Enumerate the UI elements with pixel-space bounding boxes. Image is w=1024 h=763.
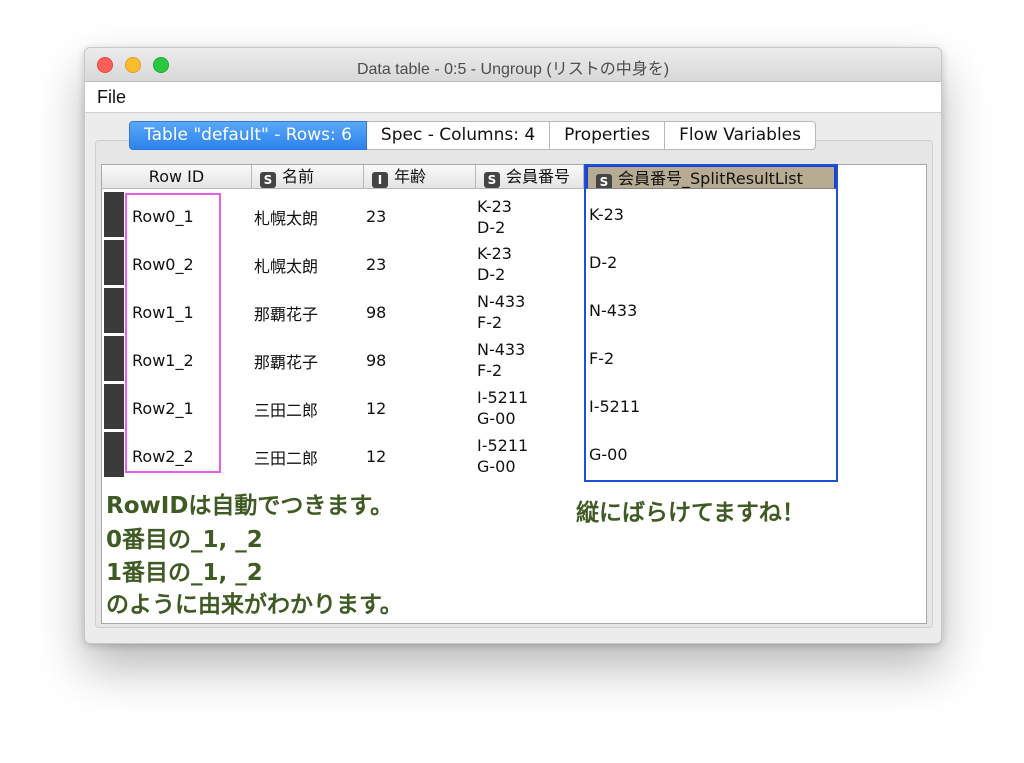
split-column-highlight-box xyxy=(584,164,838,482)
annotation-line: 0番目の_1, _2 xyxy=(106,527,263,553)
member-id-line: F-2 xyxy=(477,361,503,380)
tab-spec[interactable]: Spec - Columns: 4 xyxy=(366,121,551,150)
name-cell: 札幌太朗 xyxy=(254,209,319,228)
header-label: Row ID xyxy=(148,167,205,186)
member-id-line: K-23 xyxy=(477,244,512,263)
age-cell: 23 xyxy=(366,255,387,274)
header-label: 名前 xyxy=(282,167,315,186)
tab-properties[interactable]: Properties xyxy=(550,121,666,150)
row-selector[interactable] xyxy=(104,384,124,429)
age-cell: 12 xyxy=(366,447,387,466)
member-id-cell: K-23 D-2 xyxy=(477,196,512,238)
member-id-line: N-433 xyxy=(477,340,526,359)
member-id-cell: I-5211 G-00 xyxy=(477,387,528,429)
name-cell: 札幌太朗 xyxy=(254,257,319,276)
annotation-right: 縦にばらけてますね！ xyxy=(576,500,805,526)
row-selector[interactable] xyxy=(104,288,124,333)
member-id-line: G-00 xyxy=(477,457,516,476)
column-header-name[interactable]: S 名前 xyxy=(252,165,364,189)
age-cell: 98 xyxy=(366,351,387,370)
row-selector[interactable] xyxy=(104,192,124,237)
row-selector[interactable] xyxy=(104,432,124,477)
string-type-icon: S xyxy=(260,172,276,188)
column-header-row-id[interactable]: Row ID xyxy=(102,165,252,189)
column-header-age[interactable]: I 年齢 xyxy=(364,165,476,189)
tab-bar: Table "default" - Rows: 6 Spec - Columns… xyxy=(129,121,816,150)
column-header-member-id[interactable]: S 会員番号 xyxy=(476,165,584,189)
member-id-cell: I-5211 G-00 xyxy=(477,435,528,477)
annotation-line: のように由来がわかります。 xyxy=(106,592,403,618)
member-id-line: N-433 xyxy=(477,292,526,311)
row-selector[interactable] xyxy=(104,240,124,285)
title-bar[interactable]: Data table - 0:5 - Ungroup (リストの中身を) xyxy=(85,48,941,82)
member-id-line: F-2 xyxy=(477,313,503,332)
age-cell: 23 xyxy=(366,207,387,226)
member-id-cell: K-23 D-2 xyxy=(477,243,512,285)
age-cell: 98 xyxy=(366,303,387,322)
member-id-cell: N-433 F-2 xyxy=(477,291,525,333)
tab-flow-variables[interactable]: Flow Variables xyxy=(665,121,816,150)
row-selector[interactable] xyxy=(104,336,124,381)
annotation-line: RowIDは自動でつきます。 xyxy=(106,493,394,519)
header-label: 年齢 xyxy=(394,167,427,186)
member-id-line: D-2 xyxy=(477,218,506,237)
name-cell: 三田二郎 xyxy=(254,449,319,468)
tab-table-default[interactable]: Table "default" - Rows: 6 xyxy=(129,121,367,150)
member-id-line: G-00 xyxy=(477,409,516,428)
member-id-line: K-23 xyxy=(477,197,512,216)
string-type-icon: S xyxy=(484,172,500,188)
name-cell: 那覇花子 xyxy=(254,353,319,372)
name-cell: 三田二郎 xyxy=(254,401,319,420)
header-label: 会員番号 xyxy=(506,167,571,186)
row-id-highlight-box xyxy=(125,193,221,473)
age-cell: 12 xyxy=(366,399,387,418)
annotation-line: 1番目の_1, _2 xyxy=(106,560,263,586)
name-cell: 那覇花子 xyxy=(254,305,319,324)
member-id-line: I-5211 xyxy=(477,388,529,407)
member-id-cell: N-433 F-2 xyxy=(477,339,525,381)
member-id-line: I-5211 xyxy=(477,436,529,455)
integer-type-icon: I xyxy=(372,172,388,188)
menu-file[interactable]: File xyxy=(97,87,126,108)
window-title: Data table - 0:5 - Ungroup (リストの中身を) xyxy=(356,61,670,78)
menu-bar: File xyxy=(85,82,941,113)
member-id-line: D-2 xyxy=(477,265,506,284)
